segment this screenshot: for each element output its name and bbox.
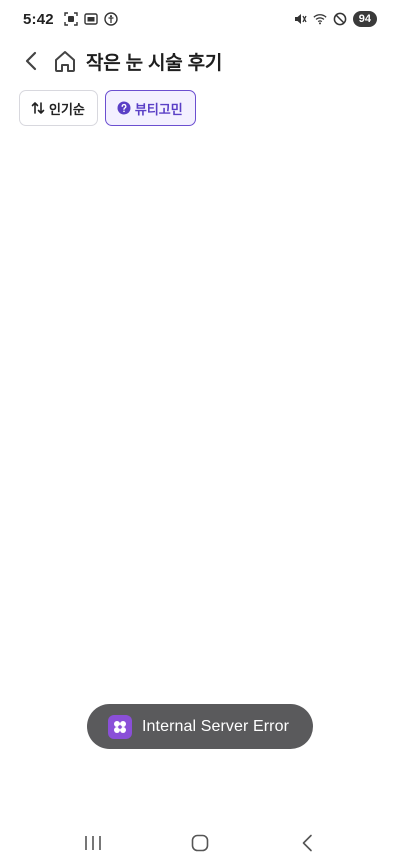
chevron-left-icon: [25, 51, 37, 71]
back-nav-icon: [302, 834, 312, 852]
beauty-concern-chip-label: 뷰티고민: [134, 101, 183, 117]
back-nav-button[interactable]: [283, 823, 331, 863]
sort-chip[interactable]: 인기순: [19, 90, 98, 126]
status-bar: 5:42 94: [0, 0, 400, 38]
status-time: 5:42: [23, 10, 54, 28]
status-left-icons: [64, 12, 118, 26]
home-nav-button[interactable]: [176, 823, 224, 863]
accessibility-icon: [104, 12, 118, 26]
sort-icon: [31, 101, 45, 115]
recent-apps-button[interactable]: [69, 823, 117, 863]
error-toast: Internal Server Error: [87, 704, 313, 749]
home-nav-icon: [191, 834, 209, 852]
dnd-icon: [333, 12, 347, 26]
home-icon: [55, 51, 75, 72]
back-button[interactable]: [18, 46, 44, 76]
system-nav-bar: [0, 820, 400, 866]
screenshot-icon: [64, 12, 78, 26]
status-right-icons: 94: [293, 11, 377, 27]
filter-chips: 인기순 뷰티고민: [19, 90, 196, 126]
beauty-concern-chip[interactable]: 뷰티고민: [104, 90, 196, 126]
battery-indicator: 94: [352, 11, 377, 27]
wifi-icon: [313, 12, 327, 26]
home-button[interactable]: [50, 46, 80, 76]
toast-message: Internal Server Error: [142, 717, 290, 735]
sort-chip-label: 인기순: [49, 101, 85, 117]
recent-apps-icon: [85, 836, 102, 850]
page-title: 작은 눈 시술 후기: [86, 52, 223, 74]
app-header: 작은 눈 시술 후기: [0, 40, 400, 82]
mute-icon: [293, 12, 307, 26]
cast-icon: [84, 12, 98, 26]
question-icon: [117, 101, 131, 115]
app-logo-icon: [108, 714, 132, 739]
